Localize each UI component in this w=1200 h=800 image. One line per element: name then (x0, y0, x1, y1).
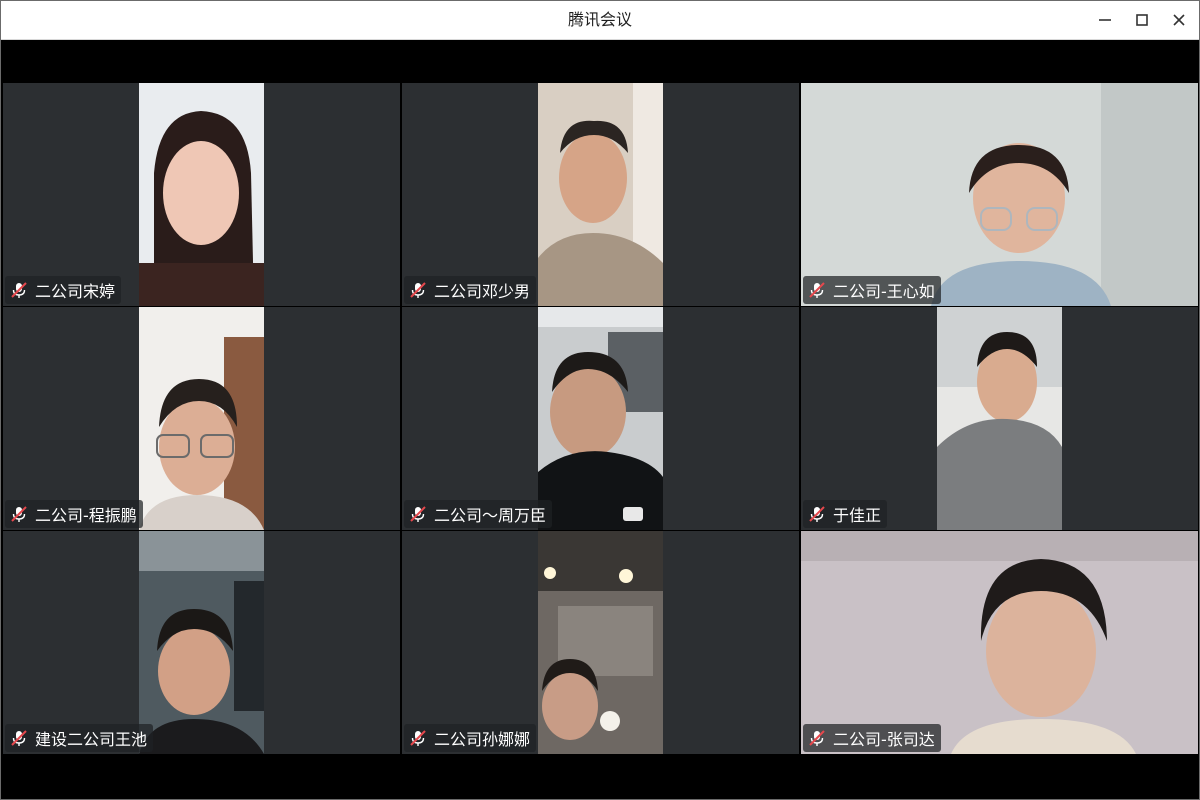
participant-name-tag: 于佳正 (803, 500, 888, 528)
participant-video (139, 83, 264, 306)
participant-name-tag: 二公司-程振鹏 (5, 500, 143, 528)
participant-name: 二公司孙娜娜 (434, 730, 531, 749)
muted-mic-icon (9, 504, 29, 524)
participant-name: 建设二公司王池 (35, 730, 148, 749)
participant-name: 二公司-王心如 (833, 282, 935, 301)
participant-video (801, 531, 1198, 754)
participant-tile[interactable]: 二公司-张司达 (801, 531, 1198, 754)
participant-tile[interactable]: 二公司-程振鹏 (3, 307, 400, 530)
participant-video (538, 307, 663, 530)
muted-mic-icon (807, 280, 827, 300)
participant-tile[interactable]: 二公司孙娜娜 (402, 531, 799, 754)
participant-video (538, 531, 663, 754)
participant-name: 二公司-程振鹏 (35, 506, 137, 525)
muted-mic-icon (807, 728, 827, 748)
participant-tile[interactable]: 建设二公司王池 (3, 531, 400, 754)
muted-mic-icon (9, 728, 29, 748)
video-grid: 二公司宋婷 二公司邓少男 二公司-王心如 二公司-程振鹏 二公司～周万臣 于佳正… (3, 83, 1198, 755)
participant-name-tag: 二公司-王心如 (803, 276, 941, 304)
close-button[interactable] (1161, 1, 1197, 39)
participant-name-tag: 二公司宋婷 (5, 276, 122, 304)
maximize-icon (1136, 14, 1148, 26)
participant-name-tag: 二公司～周万臣 (404, 500, 553, 528)
participant-name: 二公司宋婷 (35, 282, 116, 301)
meeting-window: 腾讯会议 二公司宋婷 二公司邓少男 二公司-王心如 二公司-程振鹏 二公司～周万… (0, 0, 1200, 800)
participant-name: 于佳正 (833, 506, 882, 525)
participant-name: 二公司～周万臣 (434, 506, 547, 525)
muted-mic-icon (408, 504, 428, 524)
participant-video (937, 307, 1062, 530)
participant-name: 二公司-张司达 (833, 730, 935, 749)
participant-name-tag: 二公司孙娜娜 (404, 724, 537, 752)
participant-name-tag: 二公司邓少男 (404, 276, 537, 304)
muted-mic-icon (807, 504, 827, 524)
participant-video (139, 307, 264, 530)
participant-video (139, 531, 264, 754)
minimize-icon (1099, 19, 1111, 21)
participant-tile[interactable]: 于佳正 (801, 307, 1198, 530)
participant-tile[interactable]: 二公司宋婷 (3, 83, 400, 306)
participant-name-tag: 二公司-张司达 (803, 724, 941, 752)
participant-name-tag: 建设二公司王池 (5, 724, 154, 752)
muted-mic-icon (408, 280, 428, 300)
participant-tile[interactable]: 二公司-王心如 (801, 83, 1198, 306)
participant-name: 二公司邓少男 (434, 282, 531, 301)
participant-video (538, 83, 663, 306)
close-icon (1173, 14, 1185, 26)
window-title: 腾讯会议 (567, 10, 632, 29)
participant-tile[interactable]: 二公司～周万臣 (402, 307, 799, 530)
muted-mic-icon (408, 728, 428, 748)
title-bar[interactable]: 腾讯会议 (1, 1, 1199, 40)
participant-video (801, 83, 1198, 306)
minimize-button[interactable] (1087, 1, 1123, 39)
participant-tile[interactable]: 二公司邓少男 (402, 83, 799, 306)
maximize-button[interactable] (1124, 1, 1160, 39)
muted-mic-icon (9, 280, 29, 300)
